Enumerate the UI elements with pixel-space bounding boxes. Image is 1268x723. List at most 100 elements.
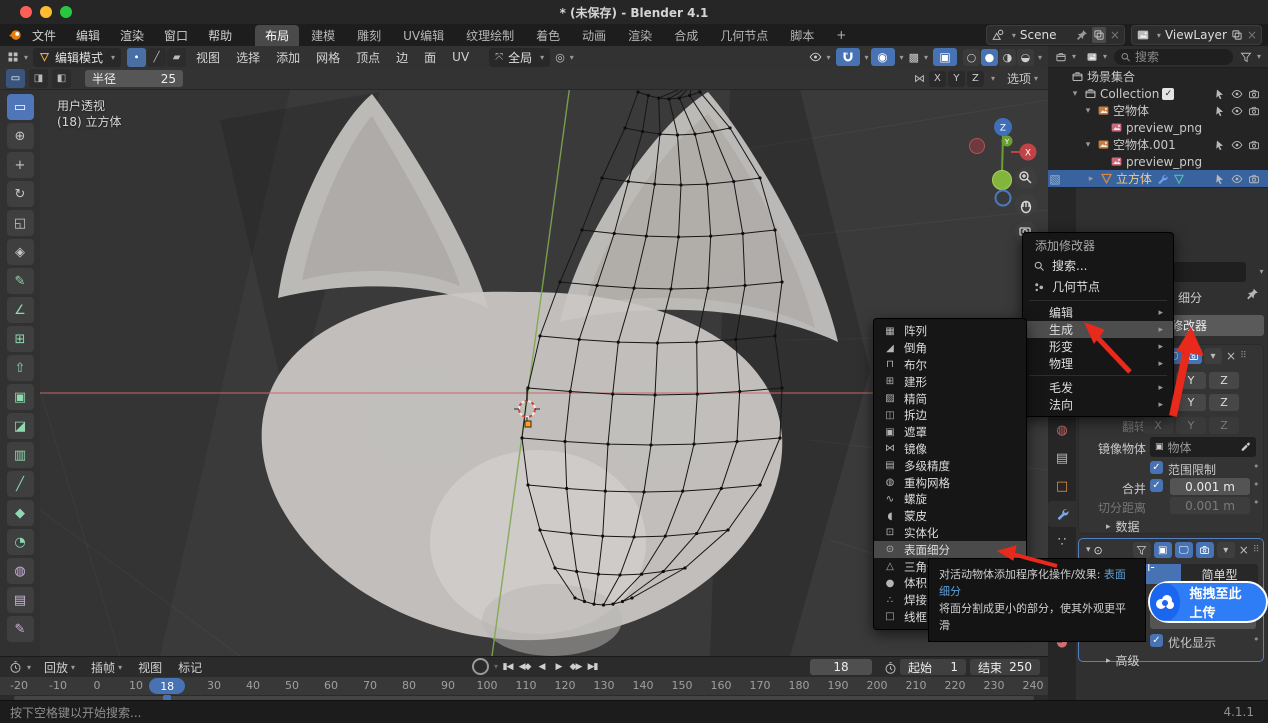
transform-orientation-dropdown[interactable]: ⤧全局▾ [489, 48, 550, 67]
pivot-point-dropdown[interactable]: ◎▾ [552, 48, 577, 66]
gizmo-y-label[interactable]: Y [1004, 138, 1010, 146]
eye-icon[interactable] [1230, 87, 1244, 100]
subsurf-render-toggle[interactable] [1196, 542, 1214, 558]
tool-cursor[interactable]: ⊕ [7, 123, 34, 149]
select-new-button[interactable]: ▭ [6, 69, 25, 88]
bisect-distance-slider[interactable]: 0.001 m [1170, 497, 1250, 514]
select-subtract-button[interactable]: ◧ [52, 69, 71, 88]
pin-icon[interactable] [1246, 287, 1259, 301]
timeline-menu-视图[interactable]: 视图 [130, 659, 170, 676]
viewlayer-selector[interactable]: ▾ ViewLayer × [1131, 25, 1262, 45]
edge-select-mode[interactable]: ╱ [147, 48, 166, 67]
jump-to-end-button[interactable]: ▶▮ [585, 658, 600, 675]
next-keyframe-button[interactable]: ◆▶ [568, 658, 583, 675]
viewport-menu-选择[interactable]: 选择 [228, 49, 268, 66]
properties-search-options[interactable]: ▾ [1248, 262, 1268, 280]
expand-toggle[interactable]: ▾ [1070, 89, 1080, 99]
topbar-menu-编辑[interactable]: 编辑 [66, 27, 110, 44]
selected-vertex[interactable] [525, 421, 531, 427]
mirror-axf-axis-y[interactable]: Y [1176, 417, 1206, 434]
workspace-tab-渲染[interactable]: 渲染 [618, 25, 662, 46]
add-workspace-tab[interactable]: + [826, 26, 856, 44]
show-gizmo-dropdown[interactable]: ▾ [806, 48, 834, 66]
snap-toggle[interactable] [836, 48, 860, 66]
mirror-ax1-axis-z[interactable]: Z [1209, 372, 1239, 389]
submenu-item-表面细分[interactable]: ⊙表面细分 [874, 541, 1026, 558]
workspace-tab-动画[interactable]: 动画 [572, 25, 616, 46]
subsurf-realtime-toggle[interactable]: 🖵 [1175, 542, 1193, 558]
previous-keyframe-button[interactable]: ◀◆ [517, 658, 532, 675]
viewport-menu-网格[interactable]: 网格 [308, 49, 348, 66]
submenu-item-多级精度[interactable]: ▤多级精度 [874, 457, 1026, 474]
modifier-close-icon[interactable]: × [1224, 349, 1238, 363]
auto-key-toggle[interactable] [472, 658, 489, 675]
mirror-object-field[interactable]: ▣ 物体 [1150, 437, 1256, 457]
menu-item-搜索...[interactable]: 搜索... [1023, 255, 1173, 276]
topbar-menu-帮助[interactable]: 帮助 [198, 27, 242, 44]
tool-tweak-select[interactable]: ▭ [7, 94, 34, 120]
viewport-menu-边[interactable]: 边 [388, 49, 416, 66]
viewport-menu-视图[interactable]: 视图 [188, 49, 228, 66]
viewport-menu-添加[interactable]: 添加 [268, 49, 308, 66]
properties-tab-world[interactable]: ◍ [1048, 417, 1076, 443]
eyedropper-icon[interactable] [1240, 440, 1251, 454]
cursor-icon[interactable] [1213, 172, 1227, 185]
tool-poly-build[interactable]: ◆ [7, 500, 34, 526]
submenu-item-实体化[interactable]: ⊡实体化 [874, 525, 1026, 542]
tool-knife[interactable]: ╱ [7, 471, 34, 497]
tool-shrink-fatten[interactable]: ✎ [7, 616, 34, 642]
start-frame-field[interactable]: 起始1 [900, 659, 966, 675]
face-select-mode[interactable]: ▰ [167, 48, 186, 67]
submenu-item-精简[interactable]: ▨精简 [874, 390, 1026, 407]
submenu-item-螺旋[interactable]: ∿螺旋 [874, 491, 1026, 508]
tool-smooth[interactable]: ◍ [7, 558, 34, 584]
use-preview-range-toggle[interactable] [878, 659, 902, 677]
viewport-menu-顶点[interactable]: 顶点 [348, 49, 388, 66]
subsurf-advanced-expander[interactable]: ▸高级 [1106, 652, 1140, 669]
gizmo-z-label[interactable]: Z [1000, 124, 1006, 134]
tool-measure[interactable]: ∠ [7, 297, 34, 323]
submenu-item-建形[interactable]: ⊞建形 [874, 373, 1026, 390]
xray-toggle[interactable]: ▣ [933, 48, 957, 66]
topbar-menu-文件[interactable]: 文件 [22, 27, 66, 44]
tool-inset-faces[interactable]: ▣ [7, 384, 34, 410]
submenu-item-倒角[interactable]: ◢倒角 [874, 340, 1026, 357]
proportional-editing-toggle[interactable]: ◉ [871, 48, 895, 66]
menu-item-物理[interactable]: 物理▸ [1023, 355, 1173, 372]
workspace-tab-建模[interactable]: 建模 [301, 25, 345, 46]
outliner-row-cube[interactable]: ▧▸立方体 [1048, 170, 1268, 187]
cursor-icon[interactable] [1213, 104, 1227, 117]
submenu-item-镜像[interactable]: ⋈镜像 [874, 441, 1026, 458]
expand-toggle[interactable]: ▾ [1083, 106, 1093, 116]
submenu-item-重构网格[interactable]: ◍重构网格 [874, 474, 1026, 491]
eye-icon[interactable] [1230, 138, 1244, 151]
current-frame-field[interactable]: 18 [810, 659, 872, 675]
modifier-render-toggle[interactable] [1184, 348, 1202, 364]
mirror-axf-axis-x[interactable]: X [1143, 417, 1173, 434]
topbar-menu-窗口[interactable]: 窗口 [154, 27, 198, 44]
blender-logo-icon[interactable] [8, 28, 22, 42]
outliner-row-collection[interactable]: ▾Collection✓ [1048, 85, 1268, 102]
unlink-scene-icon[interactable]: × [1110, 28, 1120, 42]
vertex-select-mode[interactable]: ∙ [127, 48, 146, 67]
editor-type-button[interactable]: ▾ [4, 48, 31, 66]
mode-dropdown[interactable]: 编辑模式▾ [33, 48, 121, 67]
mirror-ax2-axis-y[interactable]: Y [1176, 394, 1206, 411]
menu-item-生成[interactable]: 生成▸ [1023, 321, 1173, 338]
tool-extrude-region[interactable]: ⇧ [7, 355, 34, 381]
merge-checkbox[interactable]: ✓ [1150, 479, 1163, 492]
subsurf-drag-handle[interactable]: ⠿ [1253, 545, 1260, 555]
subsurf-expand-icon[interactable]: ▾ [1086, 545, 1091, 555]
optimal-display-checkbox[interactable]: ✓ [1150, 634, 1163, 647]
subsurf-editmode-cage-toggle[interactable] [1133, 542, 1151, 558]
timeline-menu-回放[interactable]: 回放▾ [36, 659, 83, 676]
new-viewlayer-icon[interactable] [1231, 28, 1243, 42]
menu-item-编辑[interactable]: 编辑▸ [1023, 304, 1173, 321]
menu-item-形变[interactable]: 形变▸ [1023, 338, 1173, 355]
menu-item-法向[interactable]: 法向▸ [1023, 396, 1173, 413]
tool-edge-slide[interactable]: ▤ [7, 587, 34, 613]
scene-selector[interactable]: ▾ Scene × [986, 25, 1125, 45]
timeline-menu-标记[interactable]: 标记 [170, 659, 210, 676]
outliner-row-empty-1[interactable]: ▾空物体 [1048, 102, 1268, 119]
viewport-menu-面[interactable]: 面 [416, 49, 444, 66]
